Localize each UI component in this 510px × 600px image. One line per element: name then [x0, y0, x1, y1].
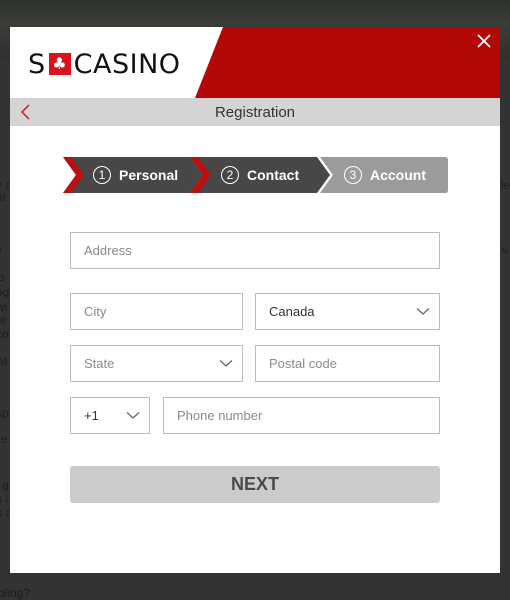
step-label: Personal [119, 167, 179, 183]
bg-fragment: o [0, 270, 5, 284]
bg-fragment: g [2, 478, 9, 492]
bg-fragment: f e [0, 432, 8, 446]
bg-fragment: le [501, 178, 510, 192]
close-button[interactable] [474, 31, 494, 51]
page-title: Registration [214, 104, 296, 121]
city-placeholder: City [84, 304, 107, 319]
club-flag-icon: ♣ [48, 53, 71, 75]
country-value: Canada [269, 304, 315, 319]
phone-code-value: +1 [84, 408, 99, 423]
bg-fragment: sp [0, 406, 9, 420]
title-bar: Registration [10, 98, 500, 126]
bg-fragment: y [0, 243, 2, 257]
country-select[interactable]: Canada [255, 293, 440, 330]
bg-fragment: wi [0, 354, 8, 368]
step-label: Contact [247, 167, 300, 183]
logo-prefix: S [28, 48, 46, 80]
postal-code-placeholder: Postal code [269, 356, 337, 371]
registration-modal: S ♣ CASINO Registration 1 Personal 2 Con… [10, 27, 500, 573]
bg-fragment: s i [0, 492, 8, 506]
logo: S ♣ CASINO [28, 48, 181, 80]
phone-code-select[interactable]: +1 [70, 397, 150, 434]
logo-suffix: CASINO [73, 48, 181, 80]
step-number: 1 [93, 166, 111, 184]
step-indicator: 1 Personal 2 Contact 3 Account [63, 157, 448, 193]
step-number: 2 [221, 166, 239, 184]
chevron-down-icon [126, 412, 140, 419]
bg-fragment: ar [0, 190, 7, 204]
bg-fragment: s [502, 243, 508, 257]
bg-fragment: wi [0, 300, 8, 314]
step-personal[interactable]: 1 Personal [63, 157, 203, 193]
step-contact[interactable]: 2 Contact [190, 157, 330, 193]
next-button[interactable]: NEXT [70, 466, 440, 503]
phone-number-placeholder: Phone number [177, 408, 263, 423]
address-placeholder: Address [84, 243, 132, 258]
state-select[interactable]: State [70, 345, 243, 382]
bg-fragment: bling? [0, 586, 31, 600]
phone-number-input[interactable]: Phone number [163, 397, 440, 434]
bg-fragment: og [0, 285, 10, 299]
chevron-down-icon [416, 308, 430, 315]
bg-fragment: er [0, 313, 7, 327]
bg-fragment: co [0, 327, 9, 341]
step-label: Account [370, 167, 426, 183]
chevron-down-icon [219, 360, 233, 367]
state-value: State [84, 356, 115, 371]
step-number: 3 [344, 166, 362, 184]
modal-header: S ♣ CASINO [10, 27, 500, 98]
club-symbol: ♣ [52, 54, 68, 73]
step-account[interactable]: 3 Account [320, 157, 448, 193]
close-icon [477, 34, 491, 48]
postal-code-input[interactable]: Postal code [255, 345, 440, 382]
address-input[interactable]: Address [70, 232, 440, 269]
city-input[interactable]: City [70, 293, 243, 330]
